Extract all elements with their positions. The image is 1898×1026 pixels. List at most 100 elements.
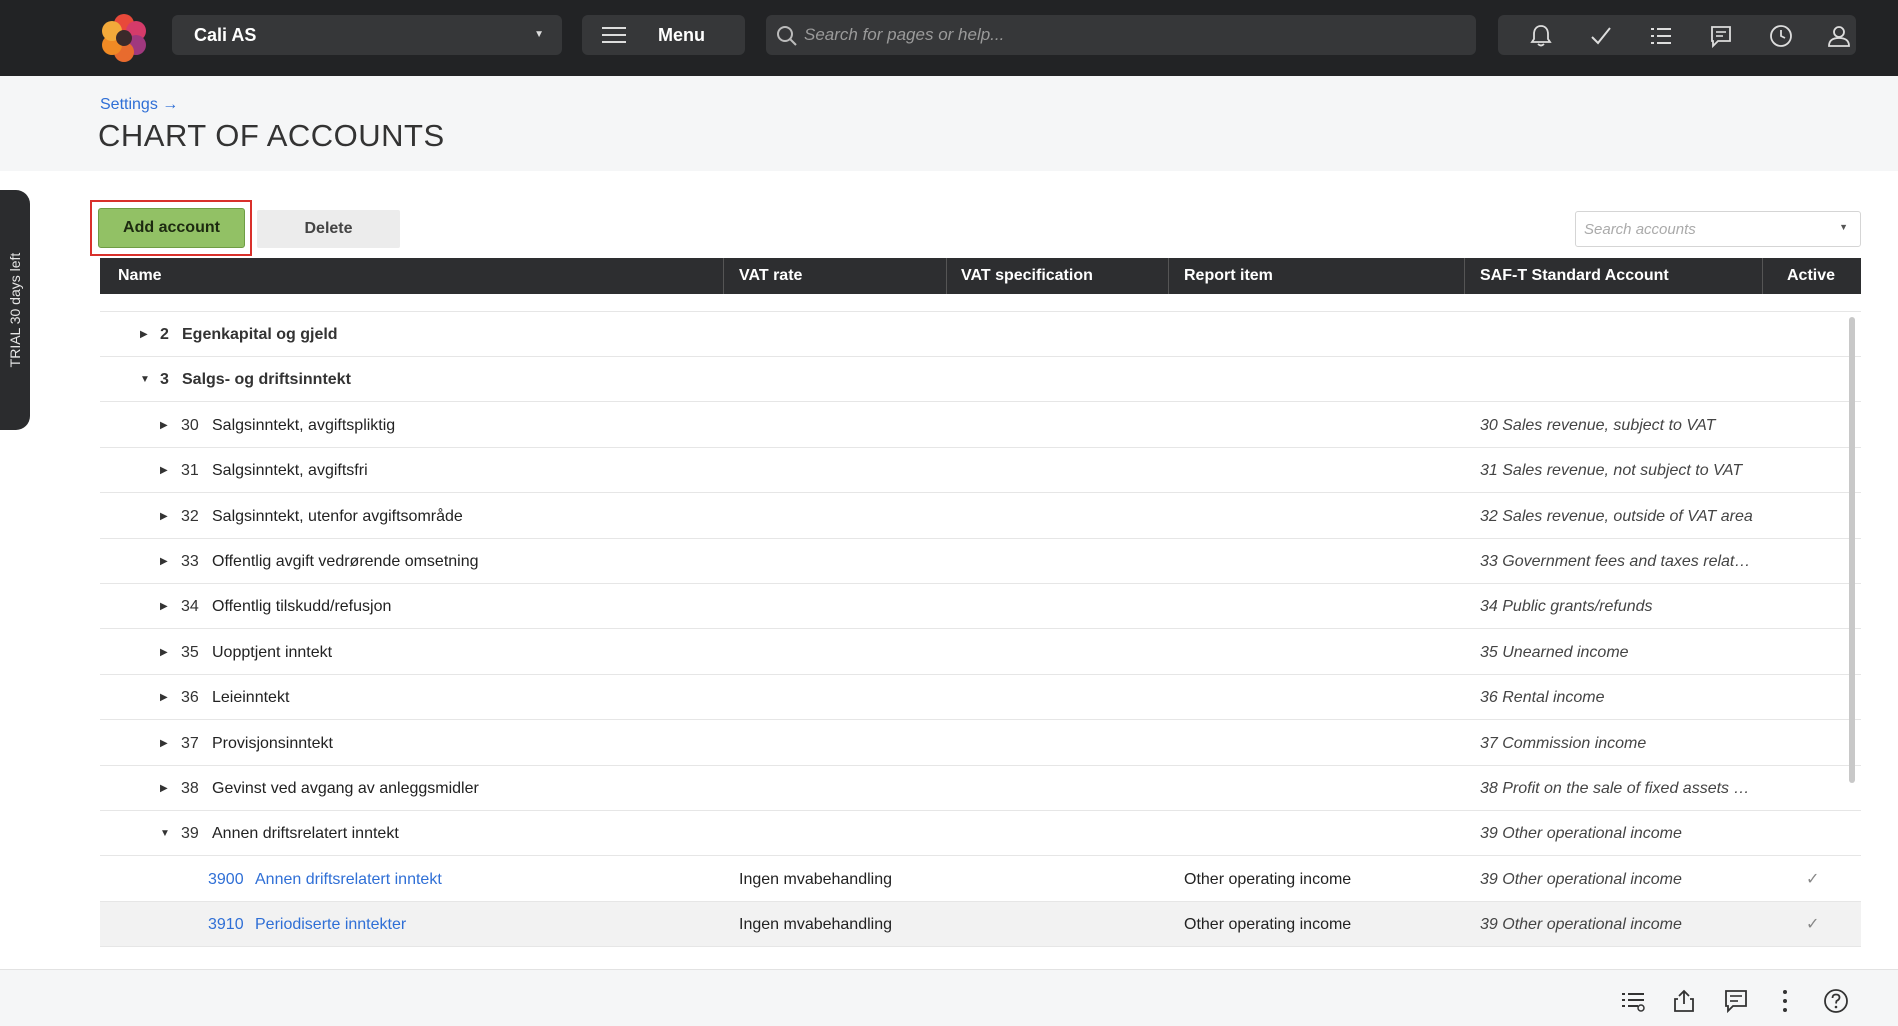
- account-name: Annen driftsrelatert inntekt: [212, 825, 399, 843]
- page-header: Settings → CHART OF ACCOUNTS: [0, 76, 1898, 171]
- clock-icon[interactable]: [1768, 23, 1794, 49]
- expand-caret-icon[interactable]: ▶: [160, 766, 168, 811]
- expand-caret-icon[interactable]: ▶: [160, 448, 168, 493]
- vat-rate-cell: Ingen mvabehandling: [739, 870, 893, 888]
- column-header-vat-rate[interactable]: VAT rate: [739, 258, 802, 294]
- collapse-caret-icon[interactable]: ▼: [160, 811, 170, 856]
- expand-caret-icon[interactable]: ▶: [160, 630, 168, 675]
- account-number: 38: [181, 780, 199, 797]
- trial-tab[interactable]: TRIAL 30 days left: [0, 190, 30, 430]
- table-row[interactable]: ▶ 32 Salgsinntekt, utenfor avgiftsområde 32…: [100, 494, 1861, 539]
- collapse-caret-icon[interactable]: ▼: [140, 357, 150, 402]
- account-number: 32: [181, 507, 199, 525]
- saft-account-cell: 38 Profit on the sale of fixed assets …: [1480, 780, 1750, 797]
- table-row[interactable]: 3900 Annen driftsrelatert inntekt Ingen mv…: [100, 857, 1861, 902]
- expand-caret-icon[interactable]: ▶: [160, 539, 168, 584]
- app-logo-icon[interactable]: [98, 12, 150, 64]
- account-number: 30: [181, 416, 199, 434]
- trial-label: TRIAL 30 days left: [7, 252, 23, 368]
- list-settings-icon[interactable]: [1620, 988, 1646, 1014]
- expand-caret-icon[interactable]: ▶: [160, 584, 168, 629]
- breadcrumb[interactable]: Settings →: [100, 96, 178, 114]
- chat-icon[interactable]: [1708, 23, 1734, 49]
- company-selector[interactable]: Cali AS ▼: [172, 15, 562, 55]
- vat-rate-cell: Ingen mvabehandling: [739, 916, 893, 934]
- check-icon[interactable]: [1588, 23, 1614, 49]
- list-icon[interactable]: [1648, 23, 1674, 49]
- account-number: 34: [181, 598, 199, 616]
- chevron-down-icon[interactable]: ▼: [1839, 222, 1848, 232]
- global-search-input[interactable]: [804, 15, 1464, 55]
- table-row[interactable]: ▼ 3 Salgs- og driftsinntekt: [100, 357, 1861, 403]
- account-name: Offentlig avgift vedrørende omsetning: [212, 553, 479, 570]
- column-header-active[interactable]: Active: [1787, 258, 1835, 294]
- menu-label: Menu: [658, 25, 705, 45]
- saft-account-cell: 39 Other operational income: [1480, 825, 1682, 843]
- top-bar: Cali AS ▼ Menu: [0, 0, 1898, 76]
- account-name[interactable]: Periodiserte inntekter: [255, 902, 406, 947]
- column-header-saft[interactable]: SAF-T Standard Account: [1480, 258, 1669, 294]
- table-row[interactable]: ▶ 34 Offentlig tilskudd/refusjon 34 Public …: [100, 584, 1861, 630]
- expand-caret-icon[interactable]: ▶: [160, 721, 168, 766]
- expand-caret-icon[interactable]: ▶: [160, 494, 168, 539]
- column-header-name[interactable]: Name: [118, 258, 162, 294]
- saft-account-cell: 35 Unearned income: [1480, 643, 1629, 661]
- column-header-vat-specification[interactable]: VAT specification: [961, 258, 1093, 294]
- saft-account-cell: 39 Other operational income: [1480, 870, 1682, 888]
- page-title: CHART OF ACCOUNTS: [98, 118, 445, 153]
- breadcrumb-settings[interactable]: Settings: [100, 96, 158, 113]
- global-search: [766, 15, 1476, 55]
- column-header-report-item[interactable]: Report item: [1184, 258, 1273, 294]
- saft-account-cell: 39 Other operational income: [1480, 916, 1682, 934]
- table-row[interactable]: ▶ 38 Gevinst ved avgang av anleggsmidler 38…: [100, 766, 1861, 811]
- report-item-cell: Other operating income: [1184, 916, 1352, 934]
- expand-caret-icon[interactable]: ▶: [140, 312, 148, 357]
- account-number: 39: [181, 825, 199, 843]
- table-row[interactable]: 3910 Periodiserte inntekter Ingen mvabehan…: [100, 902, 1861, 948]
- account-name: Leieinntekt: [212, 689, 290, 707]
- table-row[interactable]: ▶ 37 Provisjonsinntekt 37 Commission income: [100, 721, 1861, 766]
- saft-account-cell: 37 Commission income: [1480, 734, 1647, 752]
- search-icon: [777, 26, 797, 46]
- account-name: Salgsinntekt, avgiftspliktig: [212, 416, 396, 434]
- account-number[interactable]: 3910: [208, 902, 244, 947]
- table-row[interactable]: ▼ 39 Annen driftsrelatert inntekt 39 Other …: [100, 811, 1861, 857]
- account-search-input[interactable]: [1584, 212, 1824, 246]
- export-icon[interactable]: [1671, 988, 1697, 1014]
- menu-button[interactable]: Menu: [582, 15, 745, 55]
- column-divider: [1762, 258, 1763, 294]
- delete-button[interactable]: Delete: [257, 210, 400, 248]
- table-row[interactable]: ▶ 36 Leieinntekt 36 Rental income: [100, 675, 1861, 721]
- comment-icon[interactable]: [1723, 988, 1749, 1014]
- account-name: Salgsinntekt, avgiftsfri: [212, 462, 368, 480]
- account-name: Offentlig tilskudd/refusjon: [212, 598, 392, 616]
- account-number: 31: [181, 462, 199, 480]
- account-name[interactable]: Annen driftsrelatert inntekt: [255, 857, 442, 902]
- table-row[interactable]: ▶ 35 Uopptjent inntekt 35 Unearned income: [100, 630, 1861, 675]
- active-check-icon: ✓: [1806, 916, 1820, 934]
- account-number: 35: [181, 643, 199, 661]
- saft-account-cell: 30 Sales revenue, subject to VAT: [1480, 416, 1716, 434]
- active-check-icon: ✓: [1806, 870, 1820, 888]
- user-icon[interactable]: [1826, 23, 1852, 49]
- table-row[interactable]: ▶ 2 Egenkapital og gjeld: [100, 312, 1861, 357]
- arrow-right-icon: →: [162, 96, 179, 113]
- expand-caret-icon[interactable]: ▶: [160, 675, 168, 720]
- table-row[interactable]: ▶ 31 Salgsinntekt, avgiftsfri 31 Sales reve…: [100, 448, 1861, 494]
- more-vertical-icon[interactable]: [1772, 988, 1798, 1014]
- saft-account-cell: 31 Sales revenue, not subject to VAT: [1480, 462, 1743, 480]
- account-number[interactable]: 3900: [208, 857, 244, 902]
- expand-caret-icon[interactable]: ▶: [160, 403, 168, 448]
- add-account-button[interactable]: Add account: [98, 208, 245, 248]
- table-row[interactable]: ▶ 30 Salgsinntekt, avgiftspliktig 30 Sales …: [100, 403, 1861, 448]
- table-row[interactable]: ▶ 33 Offentlig avgift vedrørende omsetning…: [100, 539, 1861, 584]
- column-divider: [946, 258, 947, 294]
- account-name: Egenkapital og gjeld: [182, 326, 338, 343]
- help-icon[interactable]: [1823, 988, 1849, 1014]
- saft-account-cell: 32 Sales revenue, outside of VAT area: [1480, 507, 1753, 525]
- footer-toolbar: [0, 969, 1898, 1026]
- table-scrollbar[interactable]: [1849, 317, 1855, 783]
- bell-icon[interactable]: [1528, 23, 1554, 49]
- top-icon-group: [1498, 15, 1856, 55]
- chevron-down-icon: ▼: [534, 29, 544, 40]
